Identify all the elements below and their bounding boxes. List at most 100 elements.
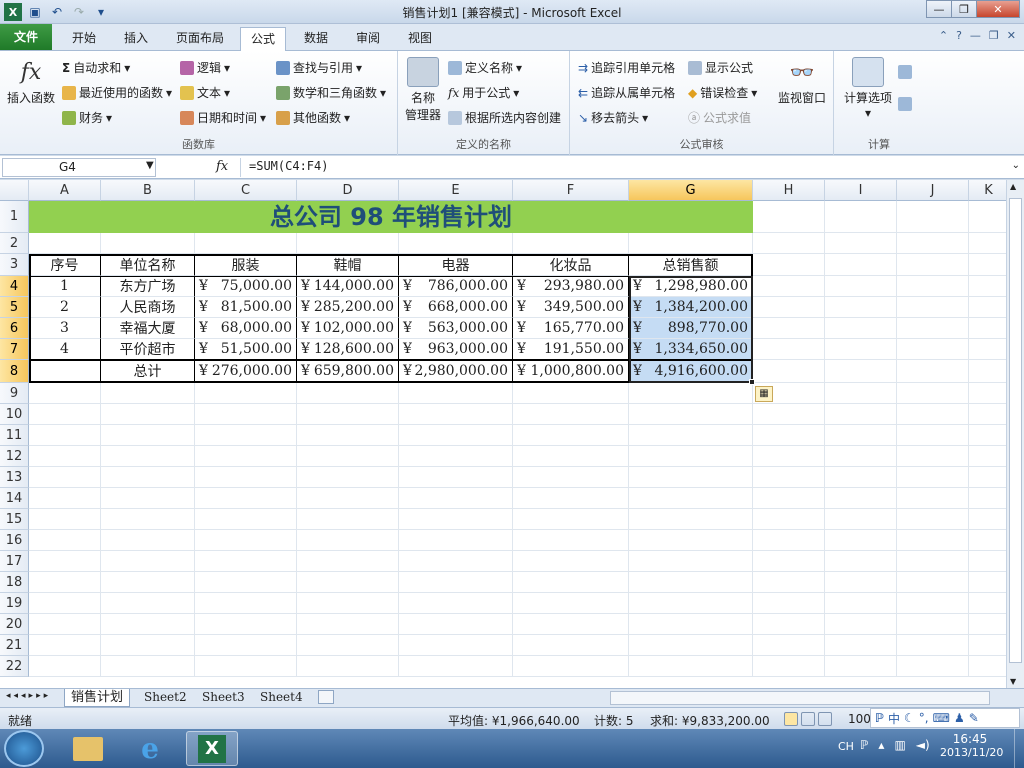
cell[interactable] (297, 404, 399, 425)
cell[interactable] (825, 276, 897, 297)
row-header[interactable]: 12 (0, 446, 29, 467)
language-indicator[interactable]: CH (838, 740, 854, 753)
sales-cell[interactable]: ¥68,000.00 (195, 318, 297, 339)
cell[interactable] (969, 656, 1006, 677)
cell[interactable] (825, 551, 897, 572)
cell[interactable] (513, 446, 629, 467)
cell[interactable] (101, 509, 195, 530)
cell[interactable] (195, 488, 297, 509)
cell[interactable] (897, 339, 969, 360)
cell[interactable] (969, 404, 1006, 425)
cell[interactable] (29, 530, 101, 551)
finance-button[interactable]: 财务 ▾ (62, 109, 112, 126)
cell[interactable] (825, 635, 897, 656)
row-header[interactable]: 19 (0, 593, 29, 614)
cell[interactable] (297, 446, 399, 467)
cell[interactable] (825, 614, 897, 635)
cell[interactable] (195, 233, 297, 254)
cell[interactable] (969, 530, 1006, 551)
cell[interactable] (969, 446, 1006, 467)
text-function-button[interactable]: 文本 ▾ (180, 84, 230, 101)
cell[interactable] (101, 488, 195, 509)
cell[interactable] (29, 656, 101, 677)
cell[interactable] (29, 383, 101, 404)
wrench-icon[interactable]: ✎ (969, 711, 979, 725)
ie-taskbar-icon[interactable]: e (124, 731, 176, 766)
cell[interactable] (297, 572, 399, 593)
auto-fill-options-icon[interactable]: ▦ (755, 386, 773, 402)
cell[interactable] (969, 509, 1006, 530)
cell[interactable] (897, 254, 969, 276)
cell[interactable] (825, 360, 897, 383)
cell[interactable] (101, 530, 195, 551)
excel-taskbar-icon[interactable]: X (186, 731, 238, 766)
vertical-scroll-thumb[interactable] (1009, 198, 1022, 663)
cell[interactable] (897, 488, 969, 509)
cell[interactable] (897, 201, 969, 233)
tab-page-layout[interactable]: 页面布局 (166, 27, 234, 51)
help-icon[interactable]: ? (956, 29, 962, 42)
sales-cell[interactable]: ¥349,500.00 (513, 297, 629, 318)
remove-arrows-button[interactable]: ↘ 移去箭头 ▾ (578, 109, 648, 126)
name-box-dropdown-icon[interactable]: ▼ (146, 160, 154, 171)
explorer-taskbar-icon[interactable] (62, 731, 114, 766)
column-header-e[interactable]: E (399, 180, 513, 201)
total-sales-cell[interactable]: ¥898,770.00 (629, 318, 753, 339)
cell[interactable] (969, 318, 1006, 339)
cell[interactable] (195, 593, 297, 614)
cell[interactable] (629, 446, 753, 467)
cell[interactable] (629, 425, 753, 446)
unit-name-cell[interactable]: 人民商场 (101, 297, 195, 318)
unit-name-cell[interactable]: 平价超市 (101, 339, 195, 360)
cell[interactable] (969, 297, 1006, 318)
tab-data[interactable]: 数据 (294, 27, 338, 51)
show-formulas-button[interactable]: 显示公式 (688, 59, 753, 76)
network-icon[interactable]: ▥ (894, 738, 905, 752)
cell[interactable] (399, 488, 513, 509)
moon-icon[interactable]: ☾ (904, 711, 915, 725)
cell[interactable] (195, 404, 297, 425)
cell[interactable] (399, 233, 513, 254)
cell[interactable] (195, 467, 297, 488)
calculate-sheet-button[interactable] (898, 97, 912, 111)
cell[interactable] (897, 425, 969, 446)
cell[interactable] (825, 509, 897, 530)
cell[interactable] (297, 425, 399, 446)
cell[interactable] (825, 201, 897, 233)
cell[interactable] (825, 254, 897, 276)
cell[interactable] (101, 614, 195, 635)
name-box[interactable]: G4 (2, 158, 156, 177)
cell[interactable] (513, 572, 629, 593)
cell[interactable] (969, 425, 1006, 446)
cell[interactable] (297, 467, 399, 488)
cell[interactable] (897, 297, 969, 318)
column-header-b[interactable]: B (101, 180, 195, 201)
column-header-c[interactable]: C (195, 180, 297, 201)
define-name-button[interactable]: 定义名称 ▾ (448, 59, 522, 76)
cell[interactable] (753, 593, 825, 614)
row-header[interactable]: 16 (0, 530, 29, 551)
sales-cell[interactable]: ¥293,980.00 (513, 276, 629, 297)
cell[interactable] (825, 446, 897, 467)
row-number-cell[interactable]: 3 (29, 318, 101, 339)
cell[interactable] (969, 467, 1006, 488)
cell[interactable] (195, 551, 297, 572)
cell[interactable] (753, 233, 825, 254)
sheet-tab[interactable]: Sheet2 (138, 689, 193, 707)
cell[interactable] (101, 593, 195, 614)
page-layout-view-icon[interactable] (801, 712, 815, 726)
cell[interactable] (513, 467, 629, 488)
total-cell[interactable]: ¥659,800.00 (297, 360, 399, 383)
row-header[interactable]: 21 (0, 635, 29, 656)
cell[interactable] (513, 551, 629, 572)
cell[interactable] (399, 635, 513, 656)
row-header[interactable]: 8 (0, 360, 29, 383)
row-header[interactable]: 6 (0, 318, 29, 339)
cell[interactable] (897, 276, 969, 297)
cell[interactable] (513, 488, 629, 509)
cell[interactable] (969, 635, 1006, 656)
row-header[interactable]: 9 (0, 383, 29, 404)
cell[interactable] (399, 425, 513, 446)
cell[interactable] (297, 488, 399, 509)
cell[interactable] (629, 593, 753, 614)
